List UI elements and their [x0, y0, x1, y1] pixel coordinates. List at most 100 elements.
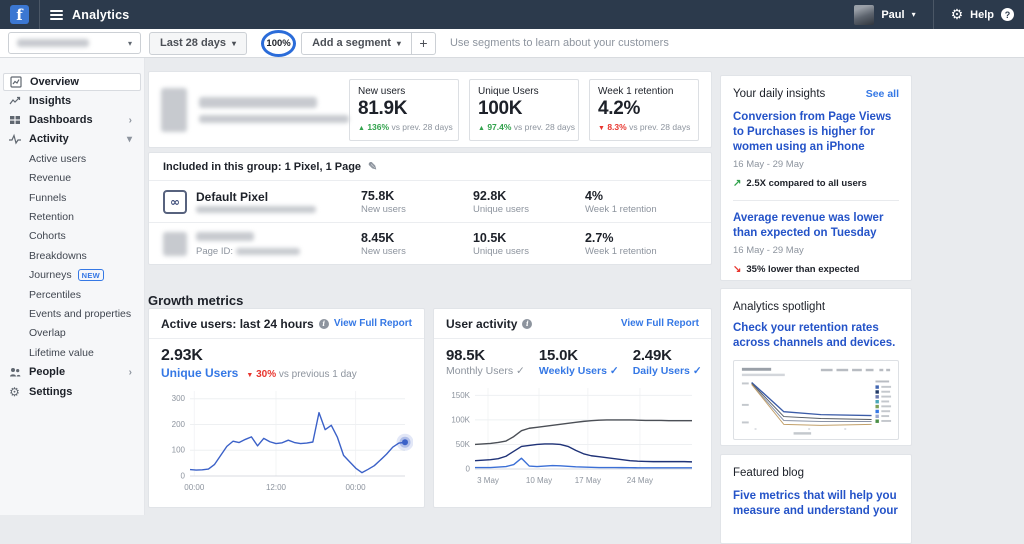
stat-new-users: New users 81.9K ▲ 136% vs prev. 28 days — [349, 78, 459, 141]
dashboards-icon — [8, 114, 21, 127]
view-full-report-link[interactable]: View Full Report — [621, 318, 699, 329]
insights-icon — [8, 94, 21, 107]
spotlight-thumbnail[interactable] — [733, 359, 899, 440]
user-activity-line-chart[interactable]: 0 50K 100K 150K 3 May 10 May 17 May 24 May — [445, 381, 700, 489]
sidebar-item-people[interactable]: People › — [0, 362, 144, 381]
entity-subtitle-redacted — [199, 114, 349, 123]
divider — [733, 199, 899, 201]
people-icon — [8, 366, 21, 379]
chart-title: User activity — [446, 316, 518, 331]
arrow-up-icon: ▲ — [478, 124, 485, 132]
redacted-pixel-id — [196, 206, 316, 213]
info-icon[interactable]: i — [318, 318, 329, 329]
add-segment-button[interactable]: Add a segment ▾ — [301, 31, 412, 55]
chevron-right-icon: › — [128, 114, 132, 126]
account-selector[interactable]: ▾ — [8, 32, 141, 54]
featured-blog-card: Featured blog Five metrics that will hel… — [720, 454, 912, 544]
chevron-down-icon[interactable]: ▾ — [912, 10, 916, 19]
user-avatar[interactable] — [854, 4, 875, 25]
chevron-right-icon: › — [128, 366, 132, 378]
sidebar-item-lifetime-value[interactable]: Lifetime value — [0, 343, 144, 362]
daily-insights-title: Your daily insights — [733, 88, 826, 100]
spotlight-title: Analytics spotlight — [733, 301, 826, 313]
segments-hint-text: Use segments to learn about your custome… — [449, 37, 669, 49]
blog-headline[interactable]: Five metrics that will help you measure … — [733, 489, 899, 519]
facebook-logo[interactable]: f — [10, 5, 29, 24]
sidebar-item-overview[interactable]: Overview — [3, 73, 141, 91]
svg-text:10 May: 10 May — [526, 476, 552, 485]
sidebar-item-revenue[interactable]: Revenue — [0, 169, 144, 188]
entity-name-redacted — [199, 96, 317, 108]
sidebar-item-dashboards[interactable]: Dashboards › — [0, 110, 144, 129]
insight-date-range: 16 May - 29 May — [733, 244, 804, 256]
svg-text:3 May: 3 May — [477, 476, 499, 485]
sidebar-item-settings[interactable]: ⚙ Settings — [0, 382, 144, 401]
sidebar-item-cohorts[interactable]: Cohorts — [0, 227, 144, 246]
chevron-down-icon: ▾ — [126, 133, 132, 145]
svg-text:24 May: 24 May — [627, 476, 653, 485]
table-row[interactable]: Page ID: 8.45K New users 10.5K Unique user… — [149, 223, 711, 265]
svg-text:00:00: 00:00 — [184, 483, 205, 492]
daily-users-stat[interactable]: 2.49K Daily Users ✓ — [633, 347, 702, 377]
svg-text:100K: 100K — [451, 415, 470, 424]
weekly-users-stat[interactable]: 15.0K Weekly Users ✓ — [539, 347, 619, 377]
arrow-up-icon: ▲ — [358, 124, 365, 132]
pixel-icon: ∞ — [163, 189, 187, 214]
insight-headline[interactable]: Conversion from Page Views to Purchases … — [733, 110, 899, 155]
help-label[interactable]: Help — [970, 9, 994, 21]
arrow-down-icon: ▼ — [246, 372, 254, 379]
sidebar-item-events-and-properties[interactable]: Events and properties — [0, 304, 144, 323]
active-users-chart-card: Active users: last 24 hours i View Full R… — [148, 308, 425, 508]
group-note: Included in this group: 1 Pixel, 1 Page — [163, 160, 362, 173]
sidebar-item-overlap[interactable]: Overlap — [0, 324, 144, 343]
insight-headline[interactable]: Average revenue was lower than expected … — [733, 211, 899, 241]
help-icon[interactable]: ? — [1001, 8, 1014, 21]
svg-text:150K: 150K — [451, 391, 470, 400]
active-users-line-chart[interactable]: 0 100 200 300 00:00 12:00 00:00 — [160, 384, 413, 496]
edit-pencil-icon[interactable]: ✎ — [368, 160, 377, 173]
check-icon: ✓ — [609, 365, 619, 377]
info-icon[interactable]: i — [522, 318, 533, 329]
app-title: Analytics — [72, 7, 130, 22]
sidebar-item-active-users[interactable]: Active users — [0, 149, 144, 168]
arrow-down-icon: ▼ — [598, 124, 605, 132]
analytics-spotlight-card: Analytics spotlight Check your retention… — [720, 288, 912, 446]
entity-summary-card: New users 81.9K ▲ 136% vs prev. 28 days … — [148, 71, 712, 148]
hamburger-menu-icon[interactable] — [50, 9, 63, 20]
monthly-users-stat[interactable]: 98.5K Monthly Users ✓ — [446, 347, 525, 377]
spotlight-headline[interactable]: Check your retention rates across channe… — [733, 321, 899, 351]
redacted-page-name — [196, 231, 254, 241]
date-range-button[interactable]: Last 28 days ▾ — [149, 31, 248, 55]
redacted-page-id — [235, 247, 300, 255]
gear-icon[interactable]: ⚙ — [951, 8, 964, 22]
svg-text:0: 0 — [466, 465, 471, 474]
insight-date-range: 16 May - 29 May — [733, 158, 804, 170]
sidebar-item-activity[interactable]: Activity ▾ — [0, 130, 144, 149]
settings-gear-icon: ⚙ — [9, 384, 20, 399]
table-row[interactable]: ∞ Default Pixel 75.8K New users 92.8K Uniq… — [149, 181, 711, 223]
sidebar-item-retention[interactable]: Retention — [0, 207, 144, 226]
sidebar-item-percentiles[interactable]: Percentiles — [0, 285, 144, 304]
check-icon: ✓ — [516, 365, 525, 377]
sidebar-item-insights[interactable]: Insights — [0, 91, 144, 110]
group-sources-card: Included in this group: 1 Pixel, 1 Page … — [148, 152, 712, 265]
daily-insights-card: Your daily insights See all Conversion f… — [720, 75, 912, 281]
see-all-link[interactable]: See all — [866, 88, 899, 100]
sidebar-item-breakdowns[interactable]: Breakdowns — [0, 246, 144, 265]
svg-text:100: 100 — [172, 446, 186, 455]
trend-up-icon: ↗ — [733, 177, 742, 189]
view-full-report-link[interactable]: View Full Report — [334, 318, 412, 329]
stat-week1-retention: Week 1 retention 4.2% ▼ 8.3% vs prev. 28… — [589, 78, 699, 141]
user-name[interactable]: Paul — [881, 9, 904, 21]
zoom-level-annotation: 100% — [261, 29, 297, 57]
entity-avatar-redacted — [161, 87, 187, 132]
sidebar-item-funnels[interactable]: Funnels — [0, 188, 144, 207]
sidebar-item-journeys[interactable]: Journeys NEW — [0, 266, 144, 285]
toolbar: ▾ Last 28 days ▾ 100% Add a segment ▾ + … — [0, 29, 1024, 58]
new-badge: NEW — [77, 269, 105, 282]
overview-icon — [9, 76, 22, 89]
user-activity-chart-card: User activity i View Full Report 98.5K Mo… — [433, 308, 712, 508]
add-segment-plus-button[interactable]: + — [411, 31, 436, 55]
chevron-down-icon: ▾ — [396, 38, 401, 48]
top-nav: f Analytics Paul ▾ ⚙ Help ? — [0, 0, 1024, 29]
